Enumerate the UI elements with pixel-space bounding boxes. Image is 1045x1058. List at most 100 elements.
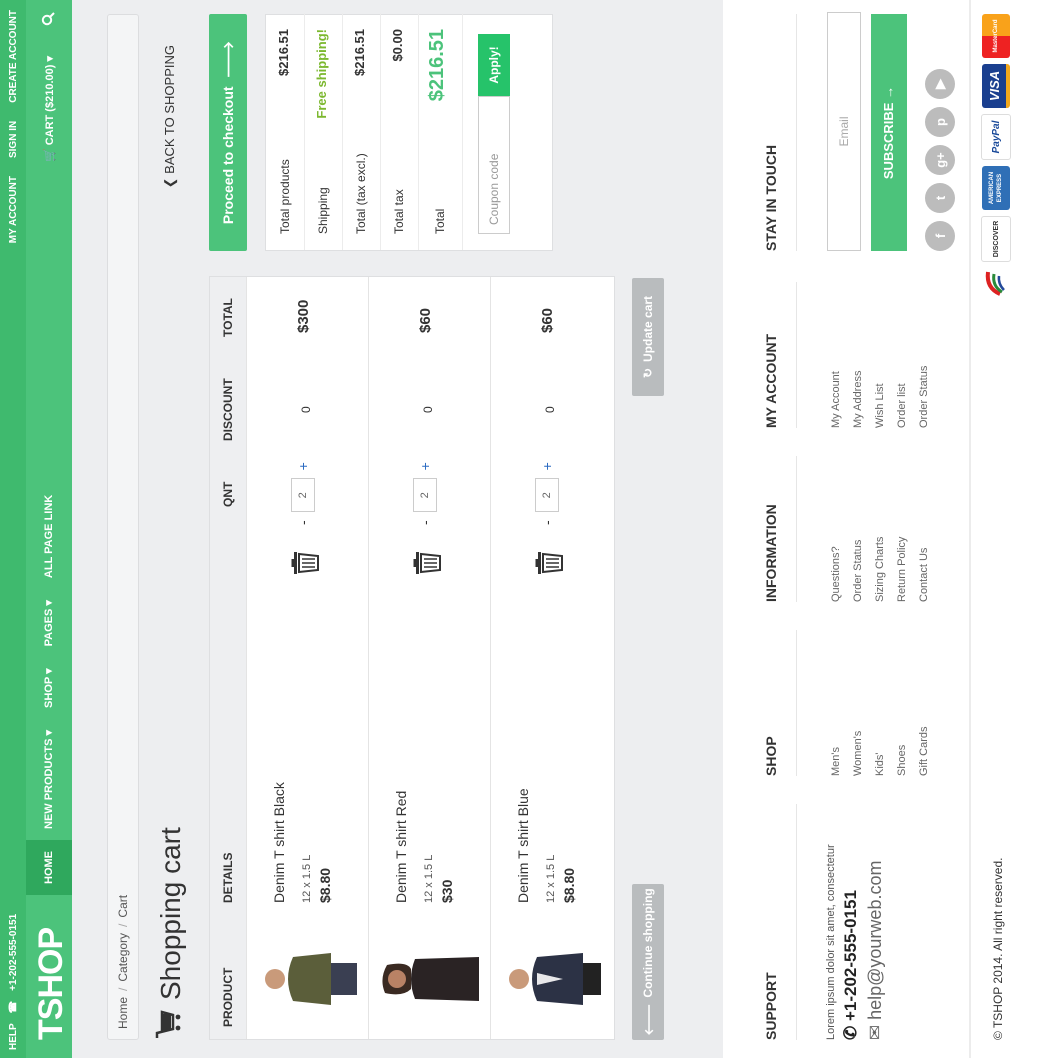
chevron-left-icon: ❮ [162,177,177,189]
my-account-link[interactable]: MY ACCOUNT [8,176,19,243]
breadcrumb-category[interactable]: Category [116,933,130,982]
footer-link[interactable]: Return Policy [891,456,913,602]
quantity-input[interactable]: 2 [535,478,559,513]
cart-label: CART ($210.00) [43,64,56,146]
footer-link[interactable]: Kids' [869,630,891,777]
footer-link[interactable]: Order list [891,282,913,428]
header-product: PRODUCT [221,967,235,1027]
back-to-shopping-link[interactable]: ❮ BACK TO SHOPPING [162,45,178,188]
product-name[interactable]: Denim T shirt Blue [515,673,531,903]
summary-row: Total $216.51 [418,13,463,250]
quantity-decrease[interactable]: - [417,520,433,525]
logo[interactable]: TSHOP [32,928,71,1040]
trash-icon[interactable] [535,549,568,577]
sign-in-link[interactable]: SIGN IN [8,121,19,158]
update-cart-button[interactable]: ↻ Update cart [632,278,664,396]
create-account-link[interactable]: CREATE ACCOUNT [8,10,19,103]
nav-home[interactable]: HOME [26,840,72,895]
support-phone[interactable]: ✆ +1-202-555-0151 [841,804,861,1040]
quantity-increase[interactable]: + [417,462,433,470]
quantity-decrease[interactable]: - [295,520,311,525]
breadcrumb-home[interactable]: Home [116,997,130,1029]
footer-link[interactable]: Sizing Charts [869,456,891,602]
continue-shopping-button[interactable]: 🡐 Continue shopping [632,884,664,1040]
summary-row: Total products $216.51 [266,13,305,250]
chevron-down-icon: ▾ [43,56,56,62]
breadcrumb-separator: / [116,987,130,991]
summary-value: $216.51 [352,29,367,76]
footer-link[interactable]: Questions? [825,456,847,602]
footer-heading: INFORMATION [763,504,779,602]
nav-pages-label: PAGES [43,608,55,647]
footer-heading: SHOP [763,736,779,776]
header-qnt: QNT [221,481,235,507]
footer-link[interactable]: Women's [847,630,869,776]
coupon-form: Coupon code Apply! [478,34,510,234]
newsletter-email-input[interactable]: Email [827,12,861,251]
row-total: $60 [539,307,556,333]
nav-new-products-label: NEW PRODUCTS [43,738,55,829]
header-details: DETAILS [221,852,235,903]
quantity-decrease[interactable]: - [539,520,555,525]
product-image [381,939,479,1019]
facebook-icon[interactable]: f [925,221,955,251]
product-details: Denim T shirt Red 12 x 1.5 L $30 [393,673,455,903]
quantity-input[interactable]: 2 [291,478,315,513]
arrow-right-icon: 🡒 [219,40,236,79]
footer-link[interactable]: Men's [825,630,847,776]
trash-icon[interactable] [413,549,446,577]
product-name[interactable]: Denim T shirt Red [393,673,409,903]
chevron-down-icon: ▾ [43,729,55,736]
subscribe-button[interactable]: SUBSCRIBE → [871,14,907,251]
cart-button[interactable]: 🛒 CART ($210.00) ▾ [43,56,56,162]
nav-all-page-link[interactable]: ALL PAGE LINK [26,484,72,589]
youtube-icon[interactable]: ▶ [925,69,955,99]
footer-link[interactable]: Contact Us [913,456,935,602]
proceed-to-checkout-button[interactable]: Proceed to checkout 🡒 [209,14,247,251]
nav-pages[interactable]: PAGES ▾ [26,589,72,657]
row-total: $60 [417,307,434,333]
phone-icon: ☎ [8,1000,19,1014]
google-plus-icon[interactable]: g+ [925,145,955,175]
apply-coupon-button[interactable]: Apply! [478,34,510,96]
arrow-left-icon: 🡐 [641,1003,656,1036]
help-link[interactable]: HELP [8,1023,19,1050]
footer-information: INFORMATION Questions? Order Status Sizi… [763,456,935,602]
summary-label: Total (tax excl.) [354,153,368,234]
header-total: TOTAL [221,298,235,337]
proceed-to-checkout-label: Proceed to checkout [220,86,236,225]
page: HELP ☎ +1-202-555-0151 MY ACCOUNT SIGN I… [0,0,1045,1058]
footer-link[interactable]: Order Status [913,282,935,428]
quantity-input[interactable]: 2 [413,478,437,513]
footer-link[interactable]: My Account [825,282,847,428]
footer-link[interactable]: Gift Cards [913,630,935,776]
footer-link[interactable]: Wish List [869,282,891,428]
search-icon[interactable] [41,12,58,26]
shopping-cart-icon [153,1010,190,1040]
coupon-input[interactable]: Coupon code [478,96,510,234]
nav-new-products[interactable]: NEW PRODUCTS ▾ [26,719,72,840]
quantity-increase[interactable]: + [295,462,311,470]
summary-row: Shipping Free shipping! [304,13,343,250]
amex-icon: AMERICAN EXPRESS [982,166,1010,210]
support-email-address: help@yourweb.com [865,860,885,1020]
footer-link[interactable]: Shoes [891,630,913,776]
support-text: Lorem ipsum dolor sit amet, consectetur [825,844,837,1040]
footer-link[interactable]: Order Status [847,456,869,602]
copyright-text: © TSHOP 2014. All right reserved. [991,857,1005,1040]
trash-icon[interactable] [291,549,324,577]
table-row: Denim T shirt Black 12 x 1.5 L $8.80 - 2… [246,277,369,1039]
support-email[interactable]: ✉ help@yourweb.com [865,804,886,1040]
table-row: Denim T shirt Blue 12 x 1.5 L $8.80 - 2 … [490,277,613,1039]
product-name[interactable]: Denim T shirt Black [271,673,287,903]
summary-label: Total tax [392,189,406,234]
top-phone: +1-202-555-0151 [8,913,19,991]
quantity-increase[interactable]: + [539,462,555,470]
product-price: $8.80 [561,867,577,903]
summary-row: Total (tax excl.) $216.51 [342,13,381,250]
product-size: 12 x 1.5 L [423,854,435,903]
twitter-icon[interactable]: t [925,183,955,213]
nav-shop[interactable]: SHOP ▾ [26,657,72,719]
footer-link[interactable]: My Address [847,282,869,428]
pinterest-icon[interactable]: p [925,107,955,137]
